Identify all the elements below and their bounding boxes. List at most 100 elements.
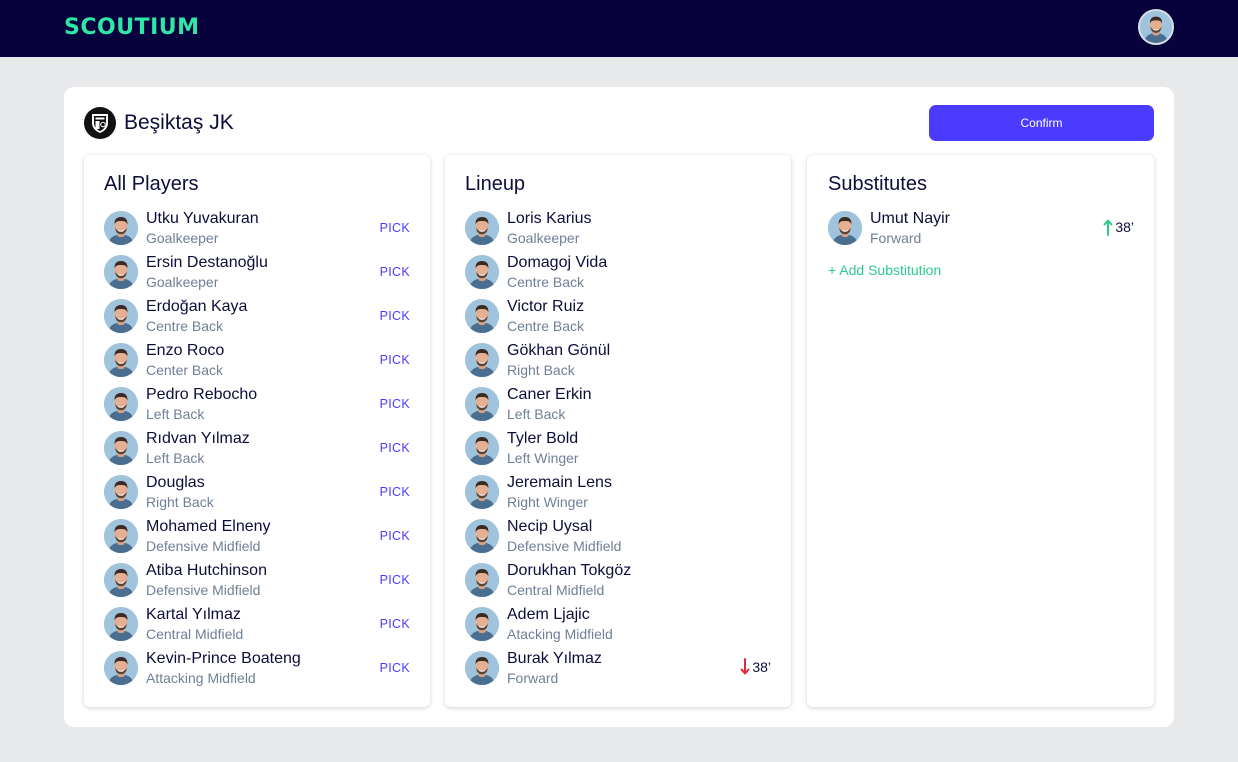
pick-button[interactable]: PICK [380,308,410,324]
player-name: Tyler Bold [507,430,579,447]
player-row: Atiba Hutchinson Defensive Midfield PICK [104,561,410,605]
substitution-minute: 38’ [752,659,771,675]
substitution-out: 38’ [740,657,771,677]
player-position: Goalkeeper [507,230,580,246]
player-row[interactable]: Jeremain Lens Right Winger [465,473,771,517]
player-name: Jeremain Lens [507,474,612,491]
player-avatar [465,343,499,377]
player-avatar [465,255,499,289]
lineup-list: Loris Karius Goalkeeper Domagoj Vida Centr… [465,209,771,693]
player-row[interactable]: Tyler Bold Left Winger [465,429,771,473]
player-position: Right Back [146,494,214,510]
player-avatar [104,211,138,245]
substitution-in: 38’ [1103,217,1134,237]
pick-button[interactable]: PICK [380,220,410,236]
arrow-down-icon [740,658,750,675]
player-row[interactable]: Caner Erkin Left Back [465,385,771,429]
substitutes-list: Umut Nayir Forward 38’ [828,209,1134,253]
player-row: Kevin-Prince Boateng Attacking Midfield PI… [104,649,410,693]
player-avatar [104,563,138,597]
player-name: Kartal Yılmaz [146,606,241,623]
player-position: Goalkeeper [146,230,219,246]
player-row: Douglas Right Back PICK [104,473,410,517]
player-name: Kevin-Prince Boateng [146,650,301,667]
player-name: Loris Karius [507,210,592,227]
player-row: Mohamed Elneny Defensive Midfield PICK [104,517,410,561]
player-name: Ersin Destanoğlu [146,254,268,271]
pick-button[interactable]: PICK [380,616,410,632]
confirm-button[interactable]: Confirm [929,105,1154,141]
player-row: Utku Yuvakuran Goalkeeper PICK [104,209,410,253]
substitutes-panel: Substitutes Umut Nayir Forward 38’ + Add … [807,155,1154,707]
user-avatar[interactable] [1138,9,1174,45]
player-row[interactable]: Adem Ljajic Atacking Midfield [465,605,771,649]
user-photo-icon [1140,11,1172,43]
pick-button[interactable]: PICK [380,264,410,280]
player-name: Gökhan Gönül [507,342,611,359]
player-name: Enzo Roco [146,342,225,359]
pick-button[interactable]: PICK [380,352,410,368]
player-position: Left Winger [507,450,579,466]
top-bar: SCOUTIUM [0,0,1238,57]
panel-title: All Players [104,173,199,195]
player-name: Pedro Rebocho [146,386,258,403]
player-position: Right Back [507,362,575,378]
pick-button[interactable]: PICK [380,528,410,544]
player-avatar [465,299,499,333]
all-players-list: Utku Yuvakuran Goalkeeper PICK Ersin Desta… [104,209,410,693]
team-name: Beşiktaş JK [124,111,234,134]
player-avatar [104,651,138,685]
player-name: Victor Ruiz [507,298,585,315]
player-position: Left Back [146,450,205,466]
team-crest-icon [84,107,116,139]
player-avatar [828,211,862,245]
player-avatar [465,475,499,509]
player-position: Centre Back [507,274,585,290]
player-row[interactable]: Domagoj Vida Centre Back [465,253,771,297]
player-row[interactable]: Umut Nayir Forward 38’ [828,209,1134,253]
player-position: Atacking Midfield [507,626,613,642]
player-row: Ersin Destanoğlu Goalkeeper PICK [104,253,410,297]
player-position: Center Back [146,362,224,378]
player-position: Centre Back [146,318,224,334]
player-row: Pedro Rebocho Left Back PICK [104,385,410,429]
player-avatar [104,607,138,641]
player-position: Defensive Midfield [146,538,261,554]
player-position: Attacking Midfield [146,670,256,686]
pick-button[interactable]: PICK [380,440,410,456]
pick-button[interactable]: PICK [380,572,410,588]
player-avatar [465,431,499,465]
pick-button[interactable]: PICK [380,660,410,676]
player-avatar [104,475,138,509]
player-name: Dorukhan Tokgöz [507,562,632,579]
player-name: Umut Nayir [870,210,951,227]
player-row[interactable]: Victor Ruiz Centre Back [465,297,771,341]
player-position: Central Midfield [507,582,605,598]
player-row: Rıdvan Yılmaz Left Back PICK [104,429,410,473]
player-avatar [104,519,138,553]
player-row[interactable]: Gökhan Gönül Right Back [465,341,771,385]
player-avatar [104,343,138,377]
player-row: Erdoğan Kaya Centre Back PICK [104,297,410,341]
add-substitution-button[interactable]: + Add Substitution [828,261,941,279]
player-name: Erdoğan Kaya [146,298,248,315]
player-position: Left Back [507,406,566,422]
player-row[interactable]: Loris Karius Goalkeeper [465,209,771,253]
pick-button[interactable]: PICK [380,484,410,500]
player-position: Right Winger [507,494,588,510]
player-row[interactable]: Dorukhan Tokgöz Central Midfield [465,561,771,605]
player-name: Adem Ljajic [507,606,590,623]
player-name: Douglas [146,474,205,491]
player-row[interactable]: Necip Uysal Defensive Midfield [465,517,771,561]
lineup-panel: Lineup Loris Karius Goalkeeper Domagoj Vi… [445,155,791,707]
player-avatar [104,387,138,421]
player-avatar [465,563,499,597]
lineup-editor: Beşiktaş JK Confirm All Players Utku Yuv… [64,87,1174,727]
scoutium-logo[interactable]: SCOUTIUM [64,14,200,42]
player-row[interactable]: Burak Yılmaz Forward 38’ [465,649,771,693]
player-name: Burak Yılmaz [507,650,602,667]
player-avatar [465,211,499,245]
player-position: Forward [870,230,922,246]
pick-button[interactable]: PICK [380,396,410,412]
panel-title: Substitutes [828,173,927,195]
